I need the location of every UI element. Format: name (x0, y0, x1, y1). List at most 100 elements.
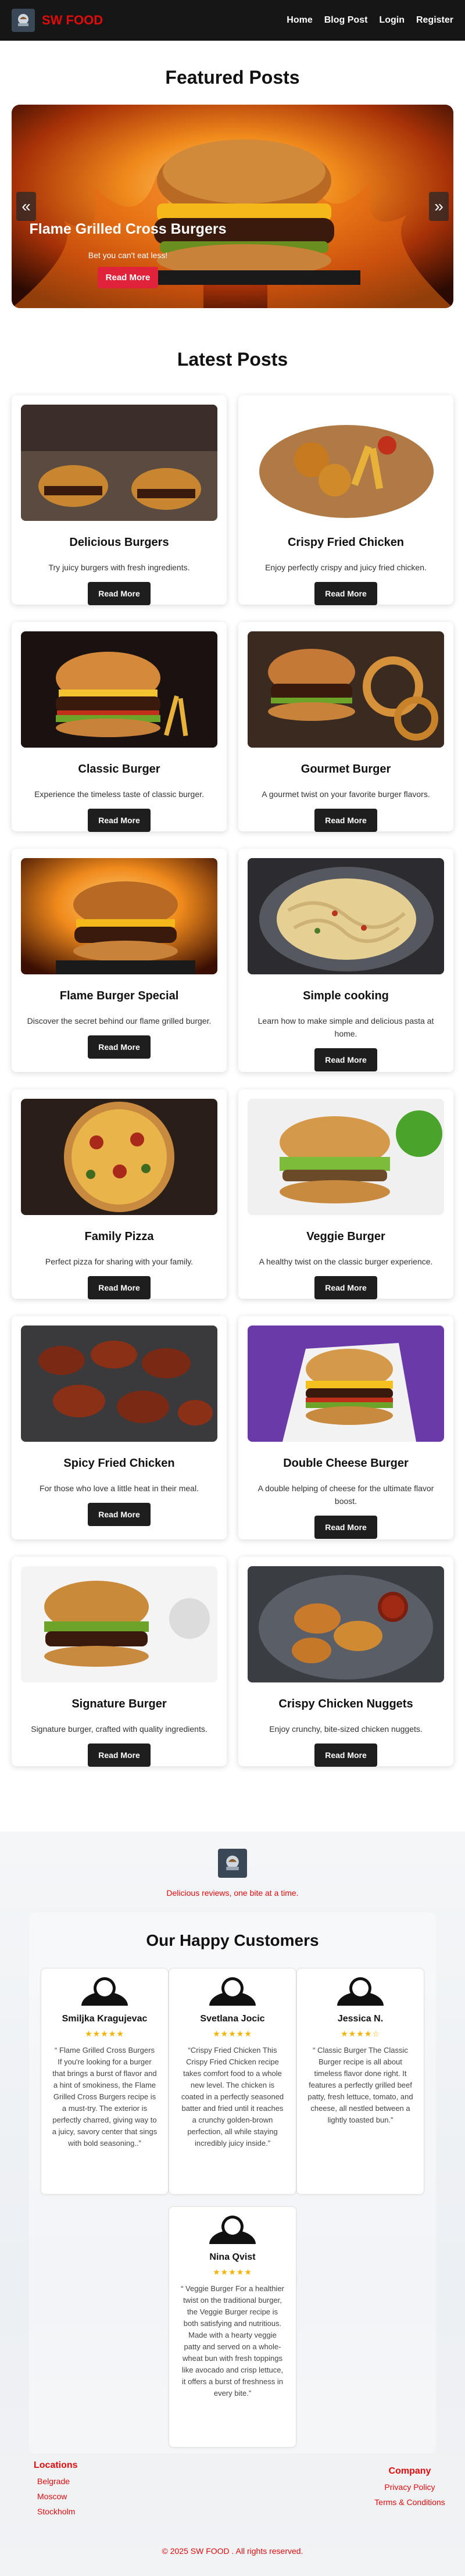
footer-location-link[interactable]: Stockholm (34, 2507, 78, 2516)
site-tagline: Delicious reviews, one bite at a time. (166, 1888, 299, 1898)
post-description: Enjoy perfectly crispy and juicy fried c… (265, 563, 427, 572)
read-more-button[interactable]: Read More (314, 1276, 377, 1299)
post-title: Gourmet Burger (301, 763, 391, 776)
star-rating: ★★★★☆ (341, 2029, 380, 2038)
post-description: Perfect pizza for sharing with your fami… (45, 1257, 194, 1266)
latest-posts-heading: Latest Posts (177, 349, 288, 370)
post-image (21, 1099, 217, 1215)
slide-text: Bet you can't eat less! (88, 251, 168, 260)
post-title: Spicy Fried Chicken (63, 1457, 175, 1470)
post-title: Simple cooking (303, 989, 389, 1002)
read-more-button[interactable]: Read More (88, 809, 151, 832)
slide-read-more-button[interactable]: Read More (97, 267, 159, 288)
review-card: Smiljka Kragujevac ★★★★★ “ Flame Grilled… (41, 1968, 169, 2195)
post-image (248, 631, 444, 748)
read-more-button[interactable]: Read More (314, 1516, 377, 1539)
post-title: Veggie Burger (306, 1230, 385, 1243)
post-image (21, 858, 217, 974)
footer-locations-title: Locations (34, 2460, 78, 2470)
post-description: A double helping of cheese for the ultim… (257, 1484, 434, 1506)
footer-terms-link[interactable]: Terms & Conditions (372, 2498, 448, 2507)
post-card: Spicy Fried Chicken For those who love a… (12, 1316, 227, 1539)
star-rating: ★★★★★ (213, 2029, 252, 2038)
footer-locations: Locations Belgrade Moscow Stockholm (34, 2460, 78, 2516)
about-logo (218, 1849, 247, 1878)
read-more-button[interactable]: Read More (88, 1035, 151, 1059)
footer-location-link[interactable]: Belgrade (34, 2477, 78, 2486)
post-description: For those who love a little heat in thei… (40, 1484, 199, 1493)
read-more-button[interactable]: Read More (88, 582, 151, 605)
star-rating: ★★★★★ (85, 2029, 124, 2038)
top-navbar: SW FOOD Home Blog Post Login Register (0, 0, 465, 41)
nav-link-blog-post[interactable]: Blog Post (324, 15, 368, 26)
footer-company-title: Company (388, 2466, 431, 2476)
post-card: Simple cooking Learn how to make simple … (238, 849, 453, 1072)
read-more-button[interactable]: Read More (88, 1503, 151, 1526)
post-image (248, 405, 444, 521)
customers-heading: Our Happy Customers (146, 1931, 319, 1949)
carousel-caption: Flame Grilled Cross Burgers Bet you can'… (12, 221, 244, 288)
review-text: “ Classic Burger The Classic Burger reci… (307, 2046, 413, 2124)
review-text: “ Flame Grilled Cross Burgers If you're … (52, 2046, 158, 2148)
post-image (248, 858, 444, 974)
post-image (248, 1099, 444, 1215)
post-description: Discover the secret behind our flame gri… (27, 1016, 212, 1026)
user-avatar-icon (337, 1977, 384, 2006)
read-more-button[interactable]: Read More (314, 582, 377, 605)
post-image (21, 631, 217, 748)
post-description: Experience the timeless taste of classic… (34, 789, 204, 799)
carousel-next-button[interactable]: » (429, 192, 449, 221)
post-card: Flame Burger Special Discover the secret… (12, 849, 227, 1072)
post-card: Double Cheese Burger A double helping of… (238, 1316, 453, 1539)
post-title: Crispy Fried Chicken (287, 536, 405, 549)
post-card: Delicious Burgers Try juicy burgers with… (12, 395, 227, 605)
user-avatar-icon (81, 1977, 128, 2006)
reviewer-name: Nina Qvist (209, 2252, 256, 2262)
post-image (21, 405, 217, 521)
post-description: Try juicy burgers with fresh ingredients… (48, 563, 190, 572)
footer-company: Company Privacy Policy Terms & Condition… (372, 2466, 448, 2507)
review-card: Svetlana Jocic ★★★★★ “Crispy Fried Chick… (169, 1968, 296, 2195)
review-card: Jessica N. ★★★★☆ “ Classic Burger The Cl… (296, 1968, 424, 2195)
post-card: Veggie Burger A healthy twist on the cla… (238, 1089, 453, 1299)
slide-title: Flame Grilled Cross Burgers (29, 221, 227, 237)
post-card: Classic Burger Experience the timeless t… (12, 622, 227, 832)
review-card: Nina Qvist ★★★★★ “ Veggie Burger For a h… (169, 2206, 296, 2448)
brand-name[interactable]: SW FOOD (42, 13, 103, 28)
post-card: Family Pizza Perfect pizza for sharing w… (12, 1089, 227, 1299)
review-text: “Crispy Fried Chicken This Crispy Fried … (181, 2046, 284, 2148)
nav-link-home[interactable]: Home (287, 15, 312, 26)
post-title: Signature Burger (71, 1698, 167, 1710)
site-logo[interactable] (12, 9, 35, 32)
footer-location-link[interactable]: Moscow (34, 2492, 78, 2501)
post-image (21, 1566, 217, 1682)
post-image (21, 1325, 217, 1442)
post-description: A healthy twist on the classic burger ex… (259, 1257, 433, 1266)
reviewer-name: Smiljka Kragujevac (62, 2014, 148, 2024)
post-title: Classic Burger (78, 763, 160, 776)
carousel-prev-button[interactable]: « (16, 192, 36, 221)
post-card: Crispy Fried Chicken Enjoy perfectly cri… (238, 395, 453, 605)
post-description: Enjoy crunchy, bite-sized chicken nugget… (269, 1724, 423, 1734)
star-rating: ★★★★★ (213, 2267, 252, 2277)
nav-link-register[interactable]: Register (416, 15, 453, 26)
post-description: Learn how to make simple and delicious p… (257, 1016, 434, 1038)
featured-posts-heading: Featured Posts (165, 67, 300, 88)
post-description: A gourmet twist on your favorite burger … (262, 789, 430, 799)
read-more-button[interactable]: Read More (314, 1743, 377, 1767)
read-more-button[interactable]: Read More (314, 809, 377, 832)
footer-privacy-link[interactable]: Privacy Policy (372, 2482, 448, 2492)
post-image (248, 1325, 444, 1442)
post-image (248, 1566, 444, 1682)
read-more-button[interactable]: Read More (314, 1048, 377, 1071)
read-more-button[interactable]: Read More (88, 1276, 151, 1299)
post-card: Gourmet Burger A gourmet twist on your f… (238, 622, 453, 832)
post-title: Family Pizza (84, 1230, 154, 1243)
nav-links: Home Blog Post Login Register (287, 15, 453, 26)
post-title: Delicious Burgers (69, 536, 169, 549)
reviewer-name: Jessica N. (337, 2014, 384, 2024)
nav-link-login[interactable]: Login (379, 15, 405, 26)
read-more-button[interactable]: Read More (88, 1743, 151, 1767)
logo-icon (18, 14, 28, 26)
featured-carousel: « » Flame Grilled Cross Burgers Bet you … (12, 105, 453, 308)
